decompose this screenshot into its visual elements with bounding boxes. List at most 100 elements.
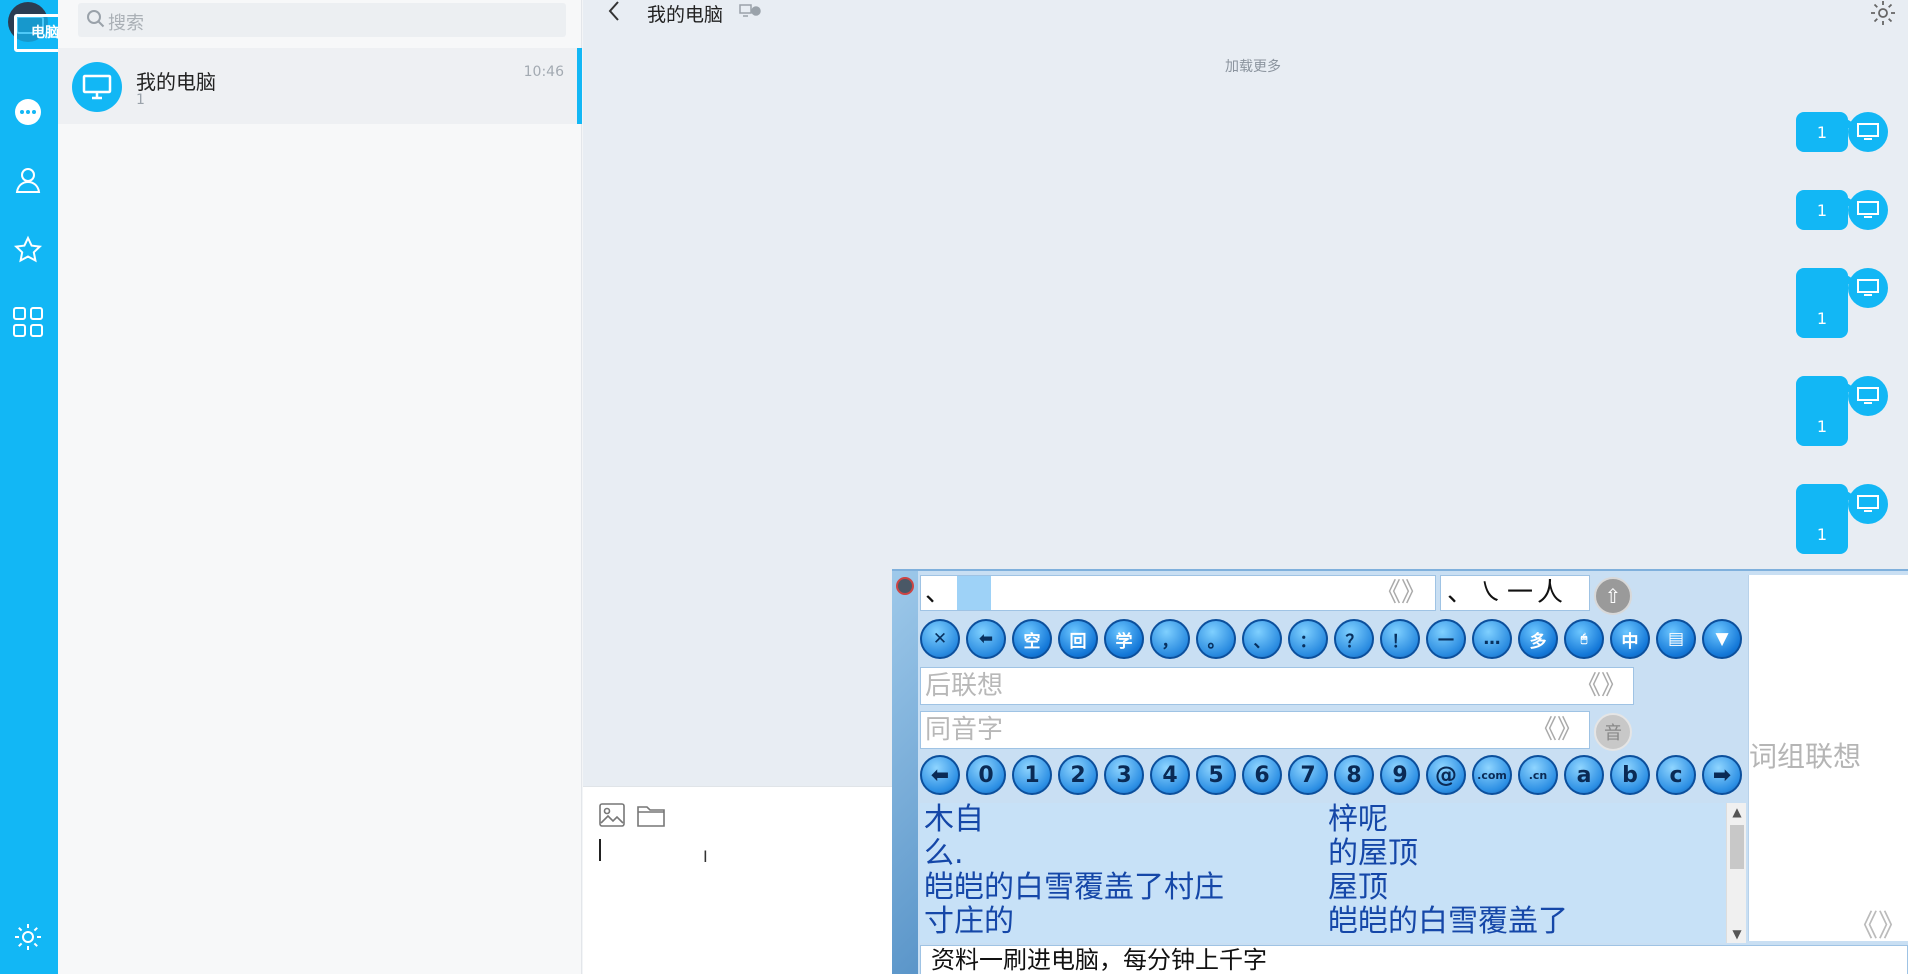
ime-page-arrows[interactable]: 《》 [1375,576,1427,610]
ime-up-arrow-icon[interactable]: ⇧ [1594,577,1632,615]
load-more-link[interactable]: 加载更多 [583,56,1908,76]
ime-candidate[interactable]: 寸庄的 [924,905,1224,939]
back-chevron-icon[interactable] [605,0,625,28]
chat-header: 我的电脑 [583,0,1908,28]
ime-side-strip[interactable] [892,571,918,974]
chat-settings-icon[interactable] [1870,0,1896,30]
ime-key-8[interactable]: 8 [1334,755,1374,795]
ibeam-cursor-icon: Ⅰ [703,847,708,866]
message-bubble[interactable]: 1 [1796,112,1855,152]
ime-key-a[interactable]: a [1564,755,1604,795]
ime-pause-key[interactable]: 、 [1242,619,1282,659]
ime-homophone-field[interactable]: 同音字 《》 [920,711,1590,749]
ime-input-text: 、 [925,578,952,608]
ime-backspace-key[interactable]: ⬅ [966,619,1006,659]
ime-stroke-keys[interactable]: 、㇏一人 [1440,575,1590,611]
ime-key-b[interactable]: b [1610,755,1650,795]
ime-key-1[interactable]: 1 [1012,755,1052,795]
ime-candidate-column-right: 梓呢 的屋顶 屋顶 皑皑的白雪覆盖了 [1328,803,1568,939]
message-row: 1 [583,112,1908,154]
computer-avatar-icon [1848,376,1888,416]
ime-ellipsis-key[interactable]: … [1472,619,1512,659]
ime-toolbar-row: ✕ ⬅ 空 回 学 ， 。 、 ： ？ ！ — … 多 🖱 中 ▤ ▼ [920,619,1742,659]
favorites-icon[interactable] [11,233,45,267]
ime-candidate[interactable]: 木自 [924,803,1224,837]
conversation-name: 我的电脑 [136,70,216,94]
text-caret [599,839,601,861]
computer-avatar-icon [1848,190,1888,230]
ime-candidate[interactable]: 么. [924,837,1224,871]
ime-menu-key-icon[interactable]: ▤ [1656,619,1696,659]
ime-enter-key[interactable]: 回 [1058,619,1098,659]
chat-icon[interactable] [11,95,45,129]
ime-page-arrows[interactable]: 《》 [1531,712,1583,748]
ime-highlight [957,576,991,610]
message-row: 1 [583,190,1908,232]
ime-comma-key[interactable]: ， [1150,619,1190,659]
ime-candidate[interactable]: 的屋顶 [1328,837,1568,871]
ime-key-at[interactable]: @ [1426,755,1466,795]
message-bubble[interactable]: 1 [1796,190,1855,230]
ime-key-dotcom[interactable]: .com [1472,755,1512,795]
ime-learn-key[interactable]: 学 [1104,619,1144,659]
ime-dash-key[interactable]: — [1426,619,1466,659]
scroll-thumb[interactable] [1730,825,1744,869]
ime-candidate[interactable]: 屋顶 [1328,871,1568,905]
ime-key-c[interactable]: c [1656,755,1696,795]
ime-right-arrow-icon[interactable]: ➡ [1702,755,1742,795]
ime-key-dotcn[interactable]: .cn [1518,755,1558,795]
scroll-down-icon[interactable]: ▼ [1727,927,1747,941]
ime-candidate[interactable]: 皑皑的白雪覆盖了 [1328,905,1568,939]
ime-collapse-key-icon[interactable]: ▼ [1702,619,1742,659]
ime-page-arrows[interactable]: 《》 [1848,901,1908,945]
conversation-item[interactable]: 我的电脑 1 10:46 [58,48,582,124]
ime-key-4[interactable]: 4 [1150,755,1190,795]
ime-candidate-scrollbar[interactable]: ▲ ▼ [1726,803,1746,943]
ime-exclaim-key[interactable]: ！ [1380,619,1420,659]
ime-multi-key[interactable]: 多 [1518,619,1558,659]
image-icon[interactable] [599,803,625,831]
ime-group-assoc-panel[interactable]: 词组联想 《》 [1748,575,1908,944]
ime-candidate[interactable]: 梓呢 [1328,803,1568,837]
computer-avatar-icon [72,62,122,112]
contacts-icon[interactable] [11,163,45,197]
apps-grid-icon[interactable] [11,305,45,339]
ime-logo-icon[interactable] [896,577,914,595]
ime-after-assoc-label: 后联想 [925,671,1004,701]
chat-title: 我的电脑 [647,4,724,26]
ime-key-3[interactable]: 3 [1104,755,1144,795]
computer-avatar-icon [1848,112,1888,152]
scroll-up-icon[interactable]: ▲ [1727,805,1747,819]
ime-status-text: 资料一刷进电脑，每分钟上千字 [920,945,1908,974]
search-input[interactable]: 搜索 [108,9,144,35]
message-bubble[interactable]: 1 [1796,376,1855,446]
ime-page-arrows[interactable]: 《》 [1575,668,1627,704]
ime-candidate-column-left: 木自 么. 皑皑的白雪覆盖了村庄 寸庄的 [924,803,1224,939]
ime-question-key[interactable]: ？ [1334,619,1374,659]
ime-composition-field[interactable]: 、 《》 [920,575,1436,611]
search-box[interactable]: 搜索 [78,3,566,37]
ime-key-0[interactable]: 0 [966,755,1006,795]
ime-colon-key[interactable]: ： [1288,619,1328,659]
ime-after-assoc-field[interactable]: 后联想 《》 [920,667,1634,705]
ime-space-key[interactable]: 空 [1012,619,1052,659]
ime-chinese-key[interactable]: 中 [1610,619,1650,659]
ime-key-5[interactable]: 5 [1196,755,1236,795]
settings-icon[interactable] [11,920,45,954]
ime-candidate[interactable]: 皑皑的白雪覆盖了村庄 [924,871,1224,905]
message-bubble[interactable]: 1 [1796,484,1855,554]
ime-group-assoc-label: 词组联想 [1749,740,1862,773]
ime-close-key[interactable]: ✕ [920,619,960,659]
ime-key-7[interactable]: 7 [1288,755,1328,795]
ime-key-6[interactable]: 6 [1242,755,1282,795]
ime-left-arrow-icon[interactable]: ⬅ [920,755,960,795]
ime-key-2[interactable]: 2 [1058,755,1098,795]
message-bubble[interactable]: 1 [1796,268,1855,338]
ime-mouse-key-icon[interactable]: 🖱 [1564,619,1604,659]
left-nav: 电脑 [0,0,76,974]
ime-period-key[interactable]: 。 [1196,619,1236,659]
ime-key-9[interactable]: 9 [1380,755,1420,795]
ime-sound-key[interactable]: 音 [1594,713,1632,751]
conversation-time: 10:46 [523,64,564,80]
folder-icon[interactable] [637,803,665,831]
